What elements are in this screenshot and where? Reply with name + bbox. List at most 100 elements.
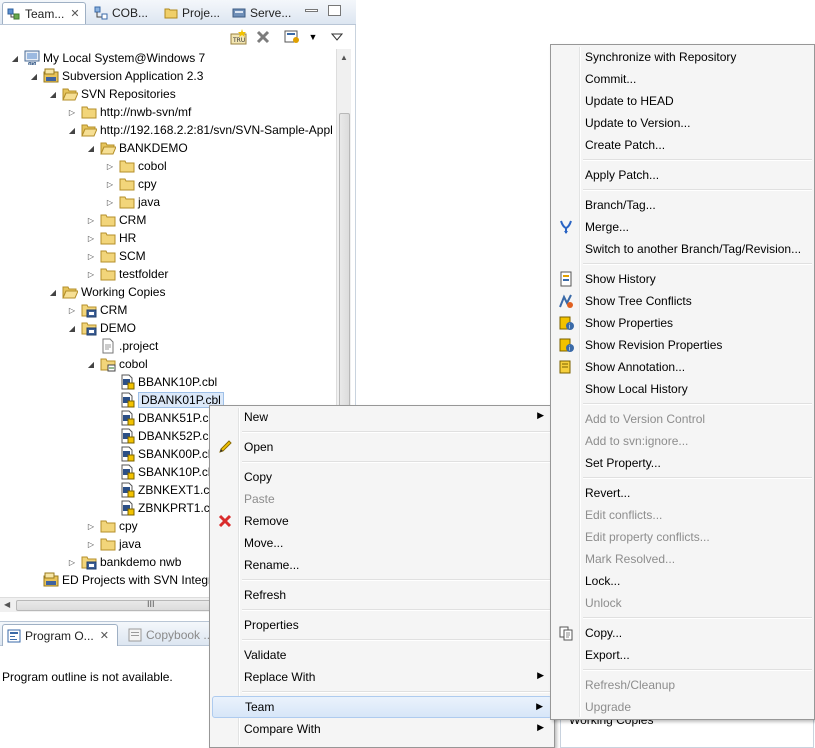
scroll-up-icon[interactable]: ▲ (340, 53, 348, 62)
tree-item[interactable]: ◢ Subversion Application 2.3 (29, 67, 203, 85)
expand-arrow-icon[interactable]: ▷ (86, 269, 96, 279)
menu-item-copy[interactable]: Copy (212, 466, 552, 488)
menu-item-apply-patch[interactable]: Apply Patch... (553, 164, 812, 186)
tree-item[interactable]: ZBNKEXT1.cbl (105, 481, 219, 499)
view-menu-icon[interactable] (328, 29, 346, 45)
expand-arrow-icon[interactable]: ▷ (67, 305, 77, 315)
tab-servers[interactable]: Serve... (228, 2, 292, 24)
tab-copybook[interactable]: Copybook ... (124, 624, 216, 646)
menu-item-lock[interactable]: Lock... (553, 570, 812, 592)
menu-item-rename[interactable]: Rename... (212, 554, 552, 576)
tree-item[interactable]: DBANK51P.cbl (105, 409, 218, 427)
menu-item-commit[interactable]: Commit... (553, 68, 812, 90)
collapse-arrow-icon[interactable]: ◢ (67, 323, 77, 333)
tree-item[interactable]: ▷ java (86, 535, 141, 553)
expand-arrow-icon[interactable]: ▷ (105, 197, 115, 207)
close-icon[interactable]: ✕ (70, 7, 79, 20)
menu-item-remove[interactable]: Remove (212, 510, 552, 532)
tree-item[interactable]: ▷ testfolder (86, 265, 168, 283)
menu-item-merge[interactable]: Merge... (553, 216, 812, 238)
tree-item[interactable]: ◢ BANKDEMO (86, 139, 188, 157)
expand-arrow-icon[interactable]: ▷ (86, 539, 96, 549)
close-icon[interactable]: ✕ (100, 629, 109, 642)
project-icon (81, 304, 97, 318)
collapse-arrow-icon[interactable]: ◢ (67, 125, 77, 135)
expand-arrow-icon[interactable]: ▷ (105, 179, 115, 189)
menu-item-compare-with[interactable]: Compare With ▶ (212, 718, 552, 740)
tab-team[interactable]: Team... ✕ (2, 2, 86, 24)
tree-item[interactable]: ZBNKPRT1.cbl (105, 499, 219, 517)
tab-cobol[interactable]: COB... (90, 2, 158, 24)
menu-item-set-property[interactable]: Set Property... (553, 452, 812, 474)
tab-program-outline[interactable]: Program O... ✕ (2, 624, 118, 646)
tree-item[interactable]: SBANK10P.cbl (105, 463, 217, 481)
filter-icon[interactable] (284, 29, 302, 45)
new-repository-icon[interactable]: TRU (230, 29, 248, 45)
tree-item[interactable]: DBANK01P.cbl (105, 391, 224, 409)
collapse-arrow-icon[interactable]: ◢ (29, 71, 39, 81)
expand-arrow-icon[interactable]: ▷ (86, 233, 96, 243)
collapse-arrow-icon[interactable]: ◢ (48, 287, 58, 297)
menu-item-replace-with[interactable]: Replace With ▶ (212, 666, 552, 688)
menu-item-open[interactable]: Open (212, 436, 552, 458)
tree-item[interactable]: ▷ bankdemo nwb (67, 553, 181, 571)
tree-item[interactable]: SBANK00P.cbl (105, 445, 217, 463)
menu-item-create-patch[interactable]: Create Patch... (553, 134, 812, 156)
tree-item[interactable]: ▷ HR (86, 229, 136, 247)
menu-item-revert[interactable]: Revert... (553, 482, 812, 504)
menu-item-team[interactable]: Team ▶ (212, 696, 552, 718)
scroll-left-icon[interactable]: ◀ (4, 600, 10, 609)
tree-item[interactable]: ▷ java (105, 193, 160, 211)
expand-arrow-icon[interactable]: ▷ (86, 521, 96, 531)
menu-item-show-local-history[interactable]: Show Local History (553, 378, 812, 400)
tree-item[interactable]: ED Projects with SVN Integration (29, 571, 238, 589)
expand-arrow-icon[interactable]: ▷ (67, 557, 77, 567)
menu-item-copy[interactable]: Copy... (553, 622, 812, 644)
delete-icon[interactable] (254, 29, 272, 45)
tree-item[interactable]: .project (86, 337, 158, 355)
menu-item-show-tree-conflicts[interactable]: Show Tree Conflicts (553, 290, 812, 312)
tree-item[interactable]: ◢ SYS My Local System@Windows 7 (10, 49, 205, 67)
maximize-icon[interactable] (328, 5, 341, 16)
menu-item-refresh[interactable]: Refresh (212, 584, 552, 606)
tree-item[interactable]: ◢ DEMO (67, 319, 136, 337)
tree-item[interactable]: ▷ cpy (86, 517, 138, 535)
menu-item-branch-tag[interactable]: Branch/Tag... (553, 194, 812, 216)
tree-item[interactable]: ▷ cpy (105, 175, 157, 193)
expand-arrow-icon[interactable]: ▷ (86, 251, 96, 261)
menu-item-update-to-head[interactable]: Update to HEAD (553, 90, 812, 112)
minimize-icon[interactable] (305, 9, 318, 12)
menu-item-export[interactable]: Export... (553, 644, 812, 666)
tree-item[interactable]: ◢ cobol (86, 355, 148, 373)
tree-item[interactable]: ◢ http://192.168.2.2:81/svn/SVN-Sample-Ap… (67, 121, 333, 139)
menu-item-update-to-version[interactable]: Update to Version... (553, 112, 812, 134)
tree-item[interactable]: ▷ CRM (67, 301, 127, 319)
tree-item[interactable]: DBANK52P.cbl (105, 427, 218, 445)
expand-arrow-icon[interactable]: ▷ (86, 215, 96, 225)
expand-arrow-icon[interactable]: ▷ (67, 107, 77, 117)
tree-item[interactable]: ▷ http://nwb-svn/mf (67, 103, 191, 121)
menu-item-show-revision-properties[interactable]: i Show Revision Properties (553, 334, 812, 356)
collapse-arrow-icon[interactable]: ◢ (86, 359, 96, 369)
menu-item-properties[interactable]: Properties (212, 614, 552, 636)
tab-projects[interactable]: Proje... (160, 2, 226, 24)
menu-item-move[interactable]: Move... (212, 532, 552, 554)
collapse-arrow-icon[interactable]: ◢ (48, 89, 58, 99)
tree-item[interactable]: ◢ Working Copies (48, 283, 166, 301)
menu-item-synchronize-with-repository[interactable]: Synchronize with Repository (553, 46, 812, 68)
menu-item-show-annotation[interactable]: Show Annotation... (553, 356, 812, 378)
tree-item[interactable]: ▷ SCM (86, 247, 146, 265)
collapse-arrow-icon[interactable]: ◢ (86, 143, 96, 153)
menu-item-switch-to-another-branch-tag-revision[interactable]: Switch to another Branch/Tag/Revision... (553, 238, 812, 260)
dropdown-icon[interactable]: ▼ (304, 29, 322, 45)
menu-item-new[interactable]: New ▶ (212, 406, 552, 428)
tree-item[interactable]: ◢ SVN Repositories (48, 85, 176, 103)
collapse-arrow-icon[interactable]: ◢ (10, 53, 20, 63)
menu-item-show-history[interactable]: Show History (553, 268, 812, 290)
expand-arrow-icon[interactable]: ▷ (105, 161, 115, 171)
tree-item[interactable]: BBANK10P.cbl (105, 373, 217, 391)
tree-item[interactable]: ▷ CRM (86, 211, 146, 229)
tree-item[interactable]: ▷ cobol (105, 157, 167, 175)
menu-item-show-properties[interactable]: i Show Properties (553, 312, 812, 334)
menu-item-validate[interactable]: Validate (212, 644, 552, 666)
